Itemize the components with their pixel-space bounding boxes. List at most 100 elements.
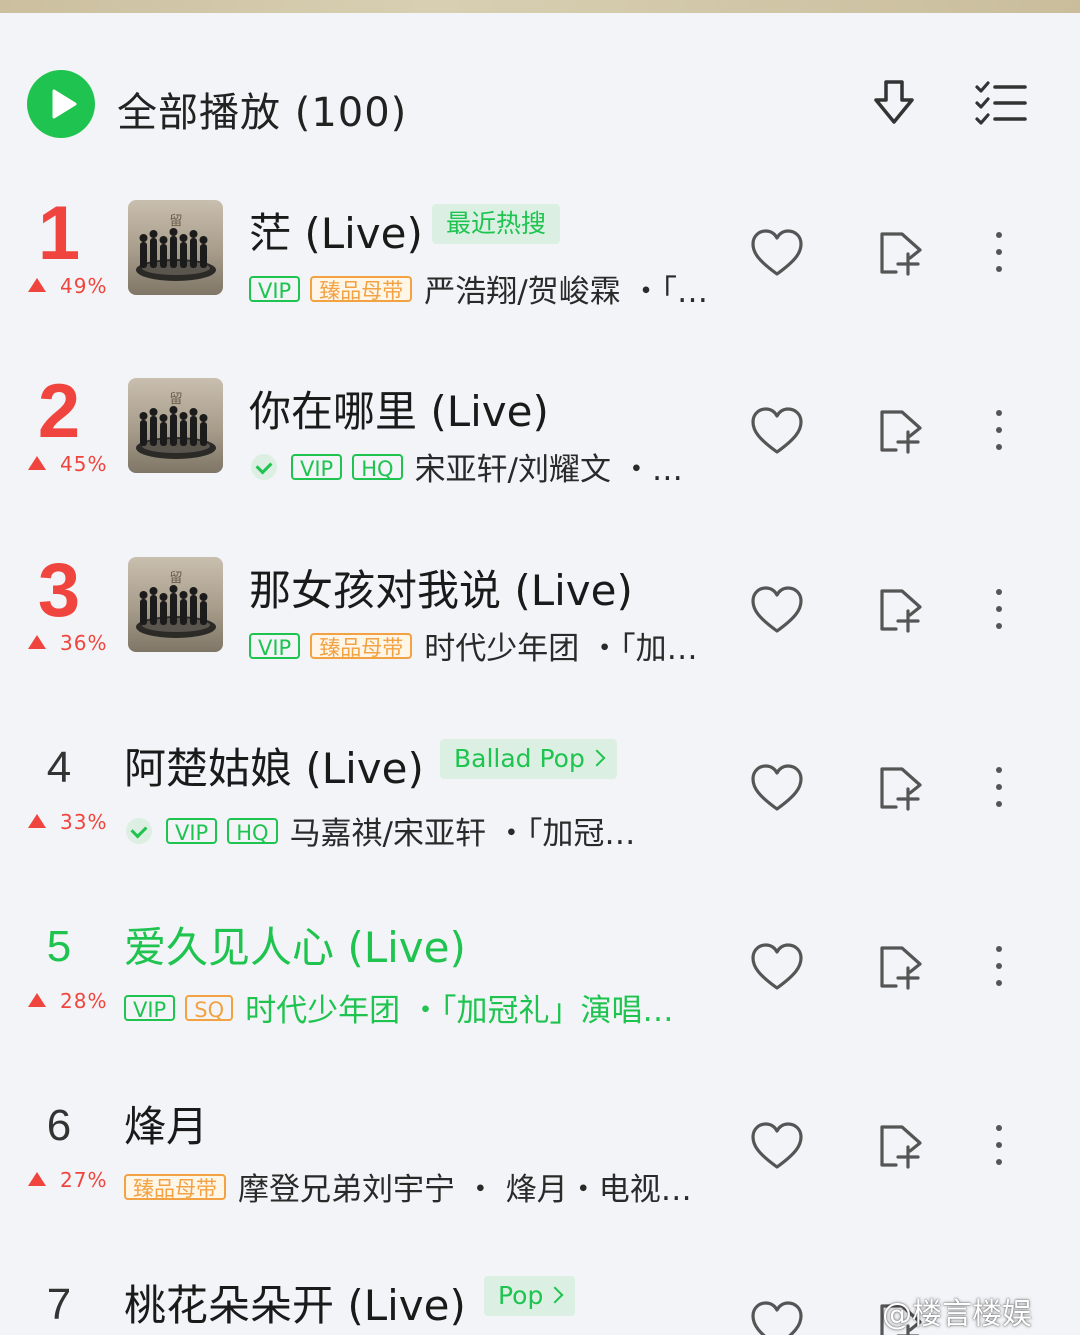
genre-tag-label: Ballad Pop [454, 744, 585, 773]
download-icon [874, 80, 914, 124]
multi-select-button[interactable] [973, 80, 1029, 128]
song-row[interactable]: 2 45% 你在哪里 (Live) VIP HQ 宋亚轩/刘耀文 ・… [0, 358, 1080, 536]
song-row-playing[interactable]: 5 28% 爱久见人心 (Live) VIP SQ 时代少年团 ・「加冠礼」演唱… [0, 894, 1080, 1072]
heart-icon[interactable] [749, 1121, 805, 1171]
hq-badge: HQ [352, 453, 403, 481]
song-row[interactable]: 4 33% 阿楚姑娘 (Live) Ballad Pop VIP HQ 马嘉祺/… [0, 715, 1080, 893]
song-title: 茫 (Live) [249, 209, 423, 258]
chevron-right-icon [588, 749, 606, 767]
album-cover[interactable] [128, 557, 223, 652]
add-to-playlist-icon[interactable] [876, 1121, 926, 1171]
add-to-playlist-icon[interactable] [876, 585, 926, 635]
add-to-playlist-icon[interactable] [876, 942, 926, 992]
trend-percent: 45% [60, 452, 108, 476]
song-meta: VIP 臻品母带 时代少年团 ・「加… [249, 623, 698, 668]
play-all-header: 全部播放 (100) [0, 52, 1080, 156]
heart-icon[interactable] [749, 228, 805, 278]
trend-percent: 36% [60, 631, 108, 655]
trend-up-icon [28, 814, 46, 828]
rank-trend: 36% [28, 631, 107, 655]
master-quality-badge: 臻品母带 [124, 1173, 226, 1201]
sq-badge: SQ [185, 994, 234, 1022]
rank-number: 7 [46, 1280, 72, 1329]
add-to-playlist-icon[interactable] [876, 406, 926, 456]
heart-icon[interactable] [749, 1300, 805, 1335]
rank-trend: 28% [28, 989, 107, 1013]
rank-number: 2 [37, 369, 81, 454]
rank-number: 4 [46, 743, 72, 792]
vip-badge: VIP [124, 994, 176, 1022]
more-vertical-icon[interactable] [990, 410, 1008, 460]
heart-icon[interactable] [749, 406, 805, 456]
trend-up-icon [28, 456, 46, 470]
genre-tag[interactable]: Pop [484, 1276, 576, 1316]
chevron-right-icon [546, 1286, 564, 1304]
rank-trend: 33% [28, 810, 107, 834]
song-meta: VIP 臻品母带 严浩翔/贺峻霖 ・「… [249, 266, 708, 311]
artist-album-text: 宋亚轩/刘耀文 ・… [414, 452, 683, 488]
song-row[interactable]: 6 27% 烽月 臻品母带 摩登兄弟刘宇宁 ・ 烽月・电视… [0, 1073, 1080, 1251]
hq-badge: HQ [227, 817, 278, 845]
artist-album-text: 马嘉祺/宋亚轩 ・「加冠… [289, 816, 636, 852]
rank-number: 5 [46, 922, 72, 971]
trend-percent: 27% [60, 1168, 108, 1192]
rank-trend: 45% [28, 452, 107, 476]
song-meta: VIP SQ 时代少年团 ・「加冠礼」演唱… [124, 985, 673, 1030]
more-vertical-icon[interactable] [990, 589, 1008, 639]
download-button[interactable] [868, 78, 920, 130]
play-all-label[interactable]: 全部播放 (100) [117, 80, 407, 138]
more-vertical-icon[interactable] [990, 1125, 1008, 1175]
multiselect-list-icon [975, 81, 1027, 125]
artist-album-text: 时代少年团 ・「加… [424, 631, 698, 667]
trend-up-icon [28, 278, 46, 292]
vip-badge: VIP [166, 817, 218, 845]
vip-badge: VIP [249, 632, 301, 660]
more-vertical-icon[interactable] [990, 946, 1008, 996]
downloaded-check-icon [126, 817, 152, 844]
trend-up-icon [28, 993, 46, 1007]
song-row[interactable]: 1 49% 茫 (Live) 最近热搜 VIP 臻品母带 严浩翔/贺峻霖 ・「… [0, 180, 1080, 358]
downloaded-check-icon [251, 453, 277, 480]
more-vertical-icon[interactable] [990, 232, 1008, 282]
artist-album-text: 严浩翔/贺峻霖 ・「… [424, 274, 709, 310]
genre-tag[interactable]: Ballad Pop [440, 739, 617, 779]
hot-search-tag[interactable]: 最近热搜 [432, 204, 561, 244]
top-image-strip [0, 0, 1080, 13]
add-to-playlist-icon[interactable] [876, 228, 926, 278]
vip-badge: VIP [291, 453, 343, 481]
more-vertical-icon[interactable] [990, 767, 1008, 817]
master-quality-badge: 臻品母带 [310, 275, 413, 303]
rank-number: 6 [46, 1101, 72, 1150]
trend-percent: 49% [60, 274, 108, 298]
song-title: 烽月 [124, 1102, 209, 1151]
add-to-playlist-icon[interactable] [876, 763, 926, 813]
heart-icon[interactable] [749, 585, 805, 635]
artist-album-text: 时代少年团 ・「加冠礼」演唱… [245, 993, 674, 1029]
trend-percent: 33% [60, 810, 108, 834]
song-title: 阿楚姑娘 (Live) [124, 744, 424, 793]
heart-icon[interactable] [749, 763, 805, 813]
song-title: 桃花朵朵开 (Live) [124, 1281, 466, 1330]
rank-trend: 49% [28, 274, 107, 298]
rank-number: 1 [37, 191, 81, 276]
rank-trend: 27% [28, 1168, 107, 1192]
song-meta: VIP HQ 宋亚轩/刘耀文 ・… [251, 444, 683, 489]
play-icon [52, 89, 77, 119]
artist-album-text: 摩登兄弟刘宇宁 ・ 烽月・电视… [238, 1172, 692, 1208]
album-cover[interactable] [128, 378, 223, 473]
song-meta: 臻品母带 摩登兄弟刘宇宁 ・ 烽月・电视… [124, 1164, 692, 1209]
genre-tag-label: Pop [498, 1281, 544, 1310]
album-cover[interactable] [128, 200, 223, 295]
trend-up-icon [28, 635, 46, 649]
watermark-text: @楼言楼娱 [882, 1297, 1032, 1332]
play-all-button[interactable] [27, 70, 95, 138]
song-title: 那女孩对我说 (Live) [249, 566, 633, 615]
song-title: 你在哪里 (Live) [249, 387, 549, 436]
song-title: 爱久见人心 (Live) [124, 923, 466, 972]
song-row[interactable]: 3 36% 那女孩对我说 (Live) VIP 臻品母带 时代少年团 ・「加… [0, 537, 1080, 715]
heart-icon[interactable] [749, 942, 805, 992]
trend-percent: 28% [60, 989, 108, 1013]
trend-up-icon [28, 1172, 46, 1186]
master-quality-badge: 臻品母带 [310, 632, 413, 660]
rank-number: 3 [37, 548, 81, 633]
